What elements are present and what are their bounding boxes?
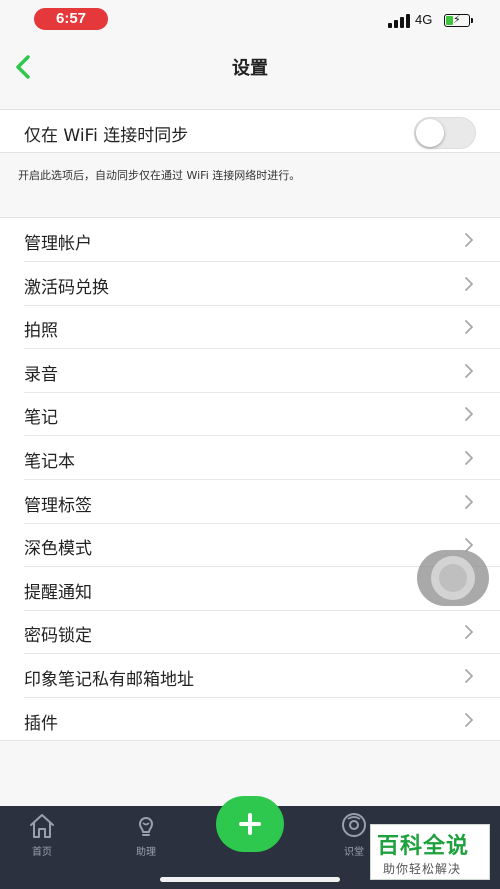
settings-menu-item[interactable]: 管理标签 — [0, 480, 500, 524]
chevron-right-icon — [465, 363, 473, 378]
settings-menu-item-label: 深色模式 — [24, 539, 92, 560]
settings-menu-item-label: 插件 — [24, 713, 58, 734]
settings-menu-item-label: 拍照 — [24, 321, 58, 342]
chevron-right-icon — [465, 494, 473, 509]
settings-menu-item-label: 录音 — [24, 364, 58, 385]
chevron-right-icon — [465, 712, 473, 727]
page-title: 设置 — [232, 58, 268, 79]
settings-menu-item-label: 管理标签 — [24, 495, 92, 516]
settings-menu-item-label: 提醒通知 — [24, 582, 92, 603]
tab-home[interactable]: 首页 — [12, 812, 72, 862]
chevron-right-icon — [465, 625, 473, 640]
watermark-subtitle: 助你轻松解决 — [383, 862, 462, 876]
nav-bar: 设置 — [0, 40, 500, 94]
chevron-right-icon — [465, 669, 473, 683]
lightbulb-icon — [139, 817, 153, 836]
settings-menu-item-label: 管理帐户 — [24, 234, 92, 254]
chevron-right-icon — [465, 451, 473, 465]
settings-menu-item-label: 密码锁定 — [24, 626, 92, 647]
settings-menu-item-label: 笔记 — [24, 408, 58, 429]
wifi-sync-label: 仅在 WiFi 连接时同步 — [24, 126, 189, 146]
home-indicator — [160, 877, 340, 882]
tab-assistant-label: 助理 — [136, 847, 156, 858]
settings-menu-item-label: 笔记本 — [24, 452, 75, 472]
wifi-sync-toggle[interactable] — [414, 117, 476, 149]
compass-icon — [342, 813, 366, 837]
battery-icon: ⚡ — [444, 13, 473, 27]
signal-icon — [388, 14, 410, 28]
home-icon — [30, 814, 54, 838]
chevron-right-icon — [465, 276, 473, 291]
status-bar: 6:57 4G ⚡ — [0, 0, 500, 40]
wifi-sync-row: 仅在 WiFi 连接时同步 — [0, 109, 500, 153]
settings-menu-item-label: 激活码兑换 — [24, 277, 109, 298]
settings-menu: 管理帐户激活码兑换拍照录音笔记笔记本管理标签深色模式提醒通知密码锁定印象笔记私有… — [0, 217, 500, 741]
tab-assistant[interactable]: 助理 — [116, 812, 176, 862]
settings-menu-item[interactable]: 笔记本 — [0, 436, 500, 480]
tab-home-label: 首页 — [32, 847, 52, 858]
watermark-logo: 百科全说 助你轻松解决 — [370, 824, 490, 880]
settings-menu-item[interactable]: 激活码兑换 — [0, 262, 500, 306]
settings-menu-item[interactable]: 笔记 — [0, 392, 500, 437]
chevron-right-icon — [465, 407, 473, 422]
settings-menu-item[interactable]: 录音 — [0, 349, 500, 393]
settings-menu-item[interactable]: 插件 — [0, 698, 500, 742]
settings-menu-item[interactable]: 拍照 — [0, 305, 500, 350]
assistive-touch-button[interactable] — [417, 550, 489, 606]
add-note-button[interactable] — [216, 796, 284, 852]
settings-menu-item-label: 印象笔记私有邮箱地址 — [24, 670, 194, 690]
chevron-right-icon — [465, 320, 473, 335]
watermark-title: 百科全说 — [377, 834, 470, 859]
settings-menu-item[interactable]: 印象笔记私有邮箱地址 — [0, 654, 500, 698]
settings-menu-item[interactable]: 密码锁定 — [0, 610, 500, 655]
settings-menu-item[interactable]: 管理帐户 — [0, 218, 500, 262]
chevron-right-icon — [465, 233, 473, 247]
toggle-knob — [416, 119, 444, 147]
status-time: 6:57 — [34, 8, 108, 30]
network-type: 4G — [415, 12, 433, 27]
wifi-sync-hint: 开启此选项后，自动同步仅在通过 WiFi 连接网络时进行。 — [18, 169, 301, 182]
